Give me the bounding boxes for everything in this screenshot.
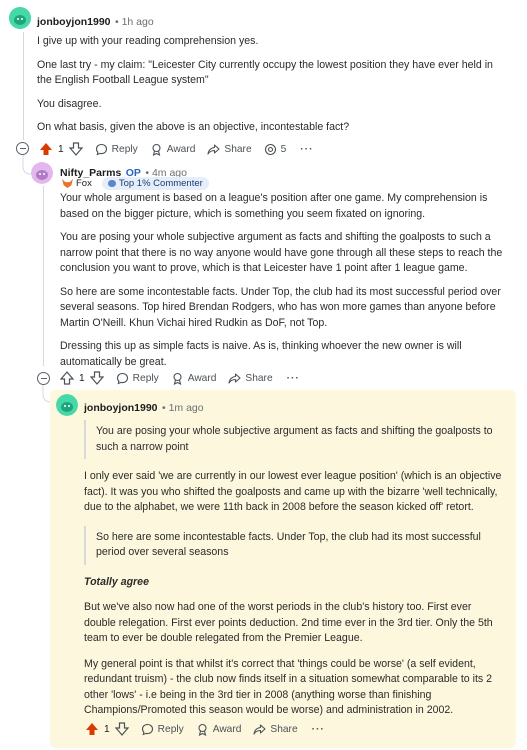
thread-line[interactable] — [23, 32, 24, 140]
award-icon — [152, 143, 161, 156]
awards-count-button[interactable]: 5 — [258, 143, 293, 156]
awards-count: 5 — [280, 143, 287, 155]
downvote-button[interactable] — [88, 371, 110, 385]
award-button[interactable]: Award — [144, 143, 202, 156]
more-options-button[interactable]: ··· — [304, 724, 333, 735]
username[interactable]: jonboyjon1990 — [37, 16, 111, 28]
flair-label: Fox — [76, 178, 92, 189]
award-label: Award — [166, 143, 196, 155]
username[interactable]: jonboyjon1990 — [84, 402, 158, 414]
downvote-icon — [68, 142, 83, 156]
upvote-button[interactable] — [79, 722, 101, 736]
blockquote: You are posing your whole subjective arg… — [84, 420, 504, 459]
reply-icon — [141, 723, 153, 735]
comment-paragraph: So here are some incontestable facts. Un… — [60, 285, 501, 329]
top-commenter-badge: Top 1% Commenter — [101, 177, 209, 190]
award-icon — [173, 372, 182, 385]
award-label: Award — [212, 723, 242, 735]
emphasis-text: Totally agree — [84, 575, 149, 588]
reply-button[interactable]: Reply — [89, 143, 144, 156]
comment-paragraph: My general point is that whilst it's cor… — [84, 657, 493, 717]
share-icon — [228, 372, 241, 384]
reply-label: Reply — [132, 372, 159, 384]
comment-paragraph: On what basis, given the above is an obj… — [37, 121, 350, 133]
timestamp[interactable]: 1h ago — [122, 16, 154, 28]
share-label: Share — [245, 372, 273, 384]
comment-paragraph: I only ever said 'we are currently in ou… — [84, 470, 502, 513]
share-icon — [253, 723, 266, 735]
award-label: Award — [187, 372, 217, 384]
upvote-icon — [86, 723, 98, 735]
flair-label: Top 1% Commenter — [118, 178, 203, 189]
reply-label: Reply — [111, 143, 138, 155]
downvote-button[interactable] — [67, 142, 89, 156]
comment-paragraph: Your whole argument is based on a league… — [60, 192, 488, 220]
reply-label: Reply — [157, 723, 184, 735]
share-icon — [207, 143, 220, 155]
collapse-button[interactable] — [37, 372, 50, 385]
comment-body: Your whole argument is based on a league… — [60, 191, 512, 370]
share-button[interactable]: Share — [247, 723, 303, 736]
avatar[interactable] — [31, 162, 53, 184]
more-options-button[interactable]: ··· — [292, 144, 321, 155]
comment-actions: 1 Reply Award Share ··· — [79, 720, 333, 738]
reply-icon — [95, 143, 107, 155]
separator-dot: • — [161, 402, 169, 414]
quote-text: You are posing your whole subjective arg… — [96, 425, 493, 453]
thread-line[interactable] — [43, 186, 44, 366]
comment-paragraph: But we've also now had one of the worst … — [84, 601, 493, 644]
separator-dot: • — [114, 16, 122, 28]
vote-count: 1 — [58, 143, 64, 155]
avatar[interactable] — [56, 394, 78, 416]
upvote-button[interactable] — [54, 371, 76, 385]
comment-body: I give up with your reading comprehensio… — [37, 34, 507, 136]
comment-paragraph: You are posing your whole subjective arg… — [60, 231, 503, 274]
upvote-button[interactable] — [33, 142, 55, 156]
snoo-avatar-icon — [56, 394, 78, 416]
share-button[interactable]: Share — [222, 372, 278, 385]
comment-actions: 1 Reply Award Share 5 ··· — [33, 140, 321, 158]
blockquote: So here are some incontestable facts. Un… — [84, 525, 504, 565]
collapse-button[interactable] — [16, 142, 29, 155]
reply-button[interactable]: Reply — [110, 372, 165, 385]
chat-bubble-icon — [107, 180, 116, 187]
user-flair-fox: Fox — [60, 177, 98, 190]
timestamp[interactable]: 1m ago — [169, 402, 204, 414]
more-options-button[interactable]: ··· — [279, 373, 308, 384]
quote-text: So here are some incontestable facts. Un… — [96, 530, 481, 559]
snoo-avatar-icon — [31, 162, 53, 184]
fox-icon — [62, 179, 73, 188]
reply-button[interactable]: Reply — [135, 723, 190, 736]
award-button[interactable]: Award — [165, 372, 223, 385]
share-button[interactable]: Share — [201, 143, 257, 156]
avatar[interactable] — [9, 7, 31, 29]
comment-paragraph: Dressing this up as simple facts is naiv… — [60, 340, 462, 368]
downvote-button[interactable] — [113, 722, 135, 736]
comment-body: You are posing your whole subjective arg… — [84, 420, 504, 719]
minus-icon — [19, 148, 26, 149]
award-button[interactable]: Award — [190, 723, 248, 736]
comment-paragraph: You disagree. — [37, 97, 102, 110]
vote-count: 1 — [104, 723, 110, 735]
downvote-icon — [89, 371, 104, 385]
upvote-icon — [60, 371, 74, 385]
share-label: Share — [270, 723, 298, 735]
snoo-avatar-icon — [9, 7, 31, 29]
comment-paragraph: One last try - my claim: "Leicester City… — [37, 58, 493, 87]
award-icon — [198, 723, 207, 736]
vote-count: 1 — [79, 372, 85, 384]
comment-actions: 1 Reply Award Share ··· — [54, 369, 308, 387]
comment-paragraph: I give up with your reading comprehensio… — [37, 35, 259, 47]
share-label: Share — [224, 143, 252, 155]
reply-icon — [116, 372, 128, 384]
award-count-icon — [264, 143, 276, 155]
downvote-icon — [114, 722, 129, 736]
minus-icon — [40, 378, 47, 379]
upvote-icon — [40, 143, 52, 155]
